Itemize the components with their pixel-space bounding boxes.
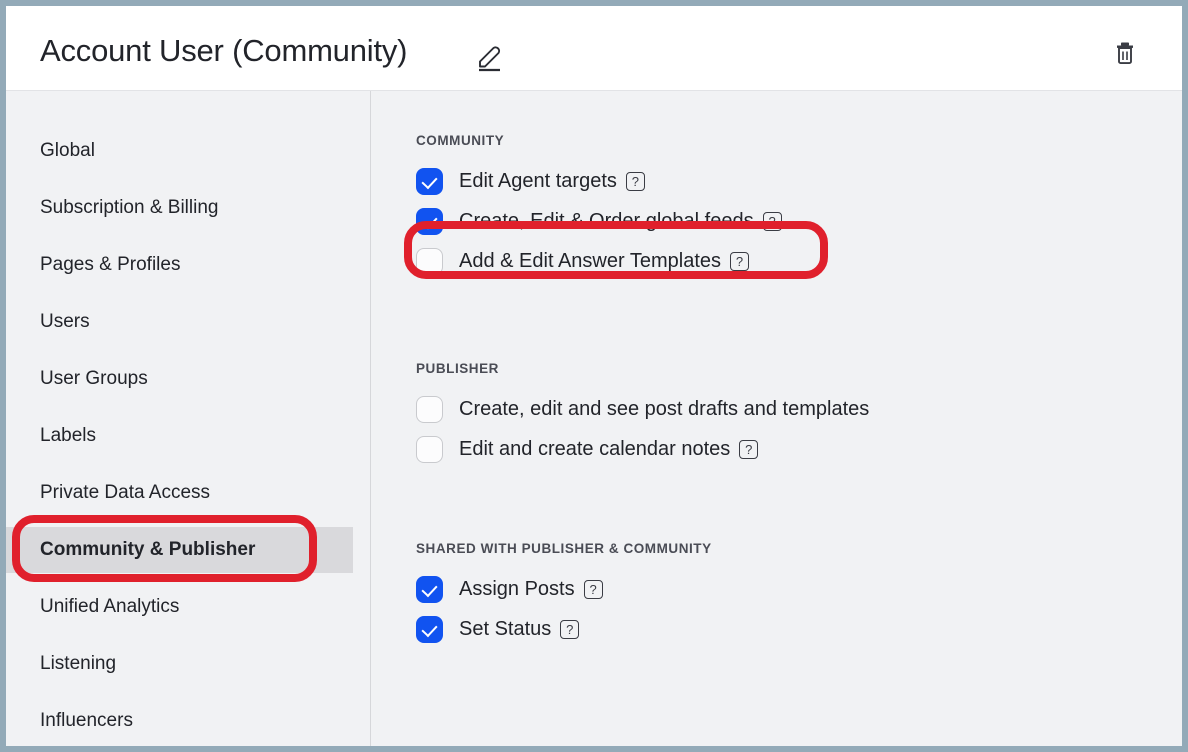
permission-row[interactable]: Create, Edit & Order global feeds?: [416, 201, 782, 241]
permission-row[interactable]: Edit Agent targets?: [416, 161, 782, 201]
help-question-icon[interactable]: ?: [560, 619, 580, 639]
settings-window: Account User (Community) Global Subscript…: [6, 6, 1182, 746]
checkbox-checked[interactable]: [416, 575, 443, 603]
permission-row[interactable]: Add & Edit Answer Templates?: [416, 241, 782, 281]
help-question-icon[interactable]: ?: [730, 251, 749, 271]
permission-label: Add & Edit Answer Templates: [459, 249, 721, 272]
sidebar-item-label: Labels: [40, 425, 96, 446]
checkbox-checked[interactable]: [416, 167, 443, 195]
help-question-icon[interactable]: ?: [625, 171, 645, 191]
help-question-icon[interactable]: ?: [762, 211, 782, 231]
permission-label: Assign Posts: [459, 577, 575, 600]
sidebar-item-influencers[interactable]: Influencers: [6, 698, 353, 744]
trash-delete-icon[interactable]: [1106, 33, 1144, 71]
section-title: COMMUNITY: [416, 133, 505, 148]
header-bar: Account User (Community): [6, 6, 1182, 91]
permission-row[interactable]: Set Status?: [416, 609, 712, 649]
checkbox-unchecked[interactable]: [416, 395, 443, 423]
sidebar-item-users[interactable]: Users: [6, 299, 353, 345]
permission-row[interactable]: Assign Posts?: [416, 569, 712, 609]
sidebar-item-label: Influencers: [40, 710, 133, 731]
sidebar-item-label: Listening: [40, 653, 117, 674]
pencil-edit-icon[interactable]: [470, 36, 508, 74]
checkbox-unchecked[interactable]: [416, 247, 443, 275]
permissions-panel: COMMUNITY Edit Agent targets? Create, Edit…: [372, 91, 1182, 746]
permission-row[interactable]: Create, edit and see post drafts and tem…: [416, 389, 869, 429]
help-question-icon[interactable]: ?: [583, 579, 603, 599]
section-title: PUBLISHER: [416, 361, 499, 376]
sidebar-item-label: User Groups: [40, 368, 148, 389]
sidebar-item-labels[interactable]: Labels: [6, 413, 353, 459]
sidebar-item-subscription-billing[interactable]: Subscription & Billing: [6, 185, 353, 231]
permission-section: PUBLISHER Create, edit and see post draft…: [416, 361, 869, 469]
sidebar-item-label: Pages & Profiles: [40, 254, 181, 275]
checkbox-checked[interactable]: [416, 207, 443, 235]
page-title: Account User (Community): [40, 33, 408, 68]
section-title: SHARED WITH PUBLISHER & COMMUNITY: [416, 541, 712, 556]
checkbox-unchecked[interactable]: [416, 435, 443, 463]
sidebar-item-label: Unified Analytics: [40, 596, 180, 617]
sidebar-item-label: Community & Publisher: [40, 539, 256, 560]
permission-label: Set Status: [459, 617, 552, 640]
help-question-icon[interactable]: ?: [739, 439, 759, 459]
sidebar-item-pages-profiles[interactable]: Pages & Profiles: [6, 242, 353, 288]
sidebar-item-label: Global: [40, 140, 95, 161]
sidebar-item-private-data-access[interactable]: Private Data Access: [6, 470, 353, 516]
permission-section: COMMUNITY Edit Agent targets? Create, Edit…: [416, 133, 782, 281]
permission-label: Edit and create calendar notes: [459, 437, 731, 460]
permission-label: Create, edit and see post drafts and tem…: [459, 397, 870, 420]
sidebar-item-unified-analytics[interactable]: Unified Analytics: [6, 584, 353, 630]
checkbox-checked[interactable]: [416, 615, 443, 643]
sidebar-item-label: Private Data Access: [40, 482, 211, 503]
permission-row[interactable]: Edit and create calendar notes?: [416, 429, 869, 469]
sidebar-item-global[interactable]: Global: [6, 128, 353, 174]
sidebar-item-label: Users: [40, 311, 90, 332]
settings-sidebar: Global Subscription & Billing Pages & Prof…: [6, 91, 371, 746]
permission-section: SHARED WITH PUBLISHER & COMMUNITY Assign …: [416, 541, 712, 649]
permission-label: Create, Edit & Order global feeds: [459, 209, 754, 232]
sidebar-item-listening[interactable]: Listening: [6, 641, 353, 687]
sidebar-item-label: Subscription & Billing: [40, 197, 219, 218]
sidebar-item-community-publisher[interactable]: Community & Publisher: [6, 527, 353, 573]
permission-label: Edit Agent targets: [459, 169, 617, 192]
sidebar-item-user-groups[interactable]: User Groups: [6, 356, 353, 402]
